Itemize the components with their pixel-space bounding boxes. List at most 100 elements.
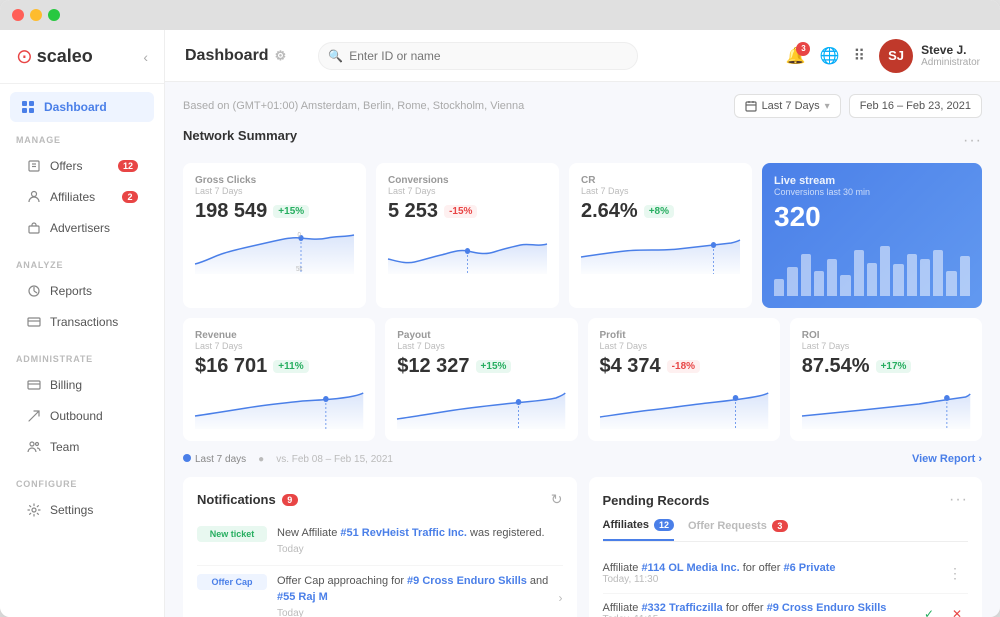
network-summary-header: Network Summary ··· [183,128,982,153]
sidebar-item-reports[interactable]: Reports [16,276,148,306]
search-icon: 🔍 [328,49,343,63]
notif-link-2[interactable]: #55 Raj M [277,591,328,603]
notification-badge: 3 [796,42,810,56]
search-area: 🔍 [318,42,638,70]
profit-value: $4 374 -18% [600,355,768,378]
reject-btn[interactable]: ✕ [946,603,968,617]
pending-records-title: Pending Records [603,493,710,508]
pending-tabs: Affiliates 12 Offer Requests 3 [603,519,969,542]
payout-change: +15% [476,360,512,373]
tab-affiliates[interactable]: Affiliates 12 [603,519,674,541]
pending-link-332[interactable]: #332 Trafficzilla [641,602,722,614]
payout-chart [397,384,565,429]
sidebar-item-transactions[interactable]: Transactions [16,307,148,337]
gross-clicks-value: 198 549 +15% [195,200,354,223]
pending-link-9[interactable]: #9 Cross Enduro Skills [767,602,887,614]
payout-card: Payout Last 7 Days $12 327 +15% [385,318,577,441]
live-bar-item [946,271,956,296]
live-stream-card: Live stream Conversions last 30 min 320 [762,163,982,308]
refresh-icon[interactable]: ↻ [551,491,563,508]
revenue-label: Revenue [195,330,363,341]
date-range-value: Feb 16 – Feb 23, 2021 [860,100,971,112]
user-name: Steve J. [921,43,980,57]
notif-tag-new-ticket: New ticket [197,526,267,542]
legend-vs: ● [258,454,264,465]
legend-area: Last 7 days ● vs. Feb 08 – Feb 15, 2021 [183,454,393,465]
approve-btn[interactable]: ✓ [918,603,940,617]
live-bar-item [920,259,930,297]
calendar-icon [745,100,757,112]
page-title: Dashboard ⚙ [185,47,286,65]
billing-icon [26,377,42,393]
sidebar-item-offers[interactable]: Offers 12 [16,151,148,181]
date-range-btn[interactable]: Feb 16 – Feb 23, 2021 [849,94,982,118]
notif-link-1[interactable]: #9 Cross Enduro Skills [407,575,527,587]
globe-icon[interactable]: 🌐 [819,46,839,66]
more-button[interactable]: ··· [963,132,982,150]
pending-dots-0[interactable]: ⋮ [942,563,968,584]
live-bar-item [840,275,850,296]
last7days-btn[interactable]: Last 7 Days ▾ [734,94,841,118]
offers-icon [26,158,42,174]
settings-icon [26,502,42,518]
notif-link-0[interactable]: #51 RevHeist Traffic Inc. [340,527,467,539]
reports-icon [26,283,42,299]
sidebar-item-settings[interactable]: Settings [16,495,148,525]
pending-text-1: Affiliate #332 Trafficzilla for offer #9… [603,602,919,614]
user-details: Steve J. Administrator [921,43,980,68]
transactions-label: Transactions [50,315,138,329]
sidebar-item-team[interactable]: Team [16,432,148,462]
sidebar-item-affiliates[interactable]: Affiliates 2 [16,182,148,212]
maximize-dot[interactable] [48,9,60,21]
grid-icon[interactable]: ⠿ [853,46,865,66]
minimize-dot[interactable] [30,9,42,21]
network-summary-title: Network Summary [183,128,297,143]
live-bar-item [774,279,784,296]
cr-label: CR [581,175,740,186]
notifications-icon[interactable]: 🔔 3 [786,46,806,66]
notif-arrow-icon[interactable]: › [559,591,563,605]
close-dot[interactable] [12,9,24,21]
sidebar-item-outbound[interactable]: Outbound [16,401,148,431]
advertisers-icon [26,220,42,236]
tab-offer-requests[interactable]: Offer Requests 3 [688,519,788,541]
content-header: Based on (GMT+01:00) Amsterdam, Berlin, … [183,94,982,118]
pending-more-button[interactable]: ··· [949,491,968,509]
gross-clicks-chart: 5k 0 [195,229,354,274]
chevron-down-icon: ▾ [825,101,830,112]
sidebar-logo-area: ⊙ scaleo ‹ [0,30,164,84]
pending-records-header: Pending Records ··· [603,491,969,509]
outbound-label: Outbound [50,409,138,423]
pending-link-6[interactable]: #6 Private [784,562,836,574]
dashboard-icon [20,99,36,115]
avatar: SJ [879,39,913,73]
pending-actions-1: ✓ ✕ [918,603,968,617]
notification-item-2[interactable]: Offer Cap Offer Cap approaching for #9 C… [197,566,563,617]
gross-clicks-label: Gross Clicks [195,175,354,186]
user-info[interactable]: SJ Steve J. Administrator [879,39,980,73]
search-input[interactable] [318,42,638,70]
revenue-card: Revenue Last 7 Days $16 701 +11% [183,318,375,441]
pending-date-0: Today, 11:30 [603,574,943,585]
live-bars [774,241,970,296]
pending-link-114[interactable]: #114 OL Media Inc. [641,562,739,574]
cr-card: CR Last 7 Days 2.64% +8% [569,163,752,308]
profit-sublabel: Last 7 Days [600,341,768,351]
sidebar-item-billing[interactable]: Billing [16,370,148,400]
sidebar-item-advertisers[interactable]: Advertisers [16,213,148,243]
gear-icon[interactable]: ⚙ [275,48,287,64]
dashboard-label: Dashboard [44,100,144,114]
profit-chart [600,384,768,429]
notif-tag-offer-cap: Offer Cap [197,574,267,590]
legend-vs-label: vs. Feb 08 – Feb 15, 2021 [276,454,393,465]
back-icon[interactable]: ‹ [143,49,148,65]
titlebar [0,0,1000,30]
sidebar-item-dashboard[interactable]: Dashboard [10,92,154,122]
notifications-title: Notifications 9 [197,492,298,507]
main-area: Dashboard ⚙ 🔍 🔔 3 🌐 ⠿ SJ [165,30,1000,617]
app-body: ⊙ scaleo ‹ Dashboard Manage [0,30,1000,617]
logo-icon: ⊙ [16,44,33,69]
administrate-section: Administrate Billing Outbound [0,342,164,467]
view-report-link[interactable]: View Report › [912,453,982,465]
pending-item-1: Affiliate #332 Trafficzilla for offer #9… [603,594,969,617]
